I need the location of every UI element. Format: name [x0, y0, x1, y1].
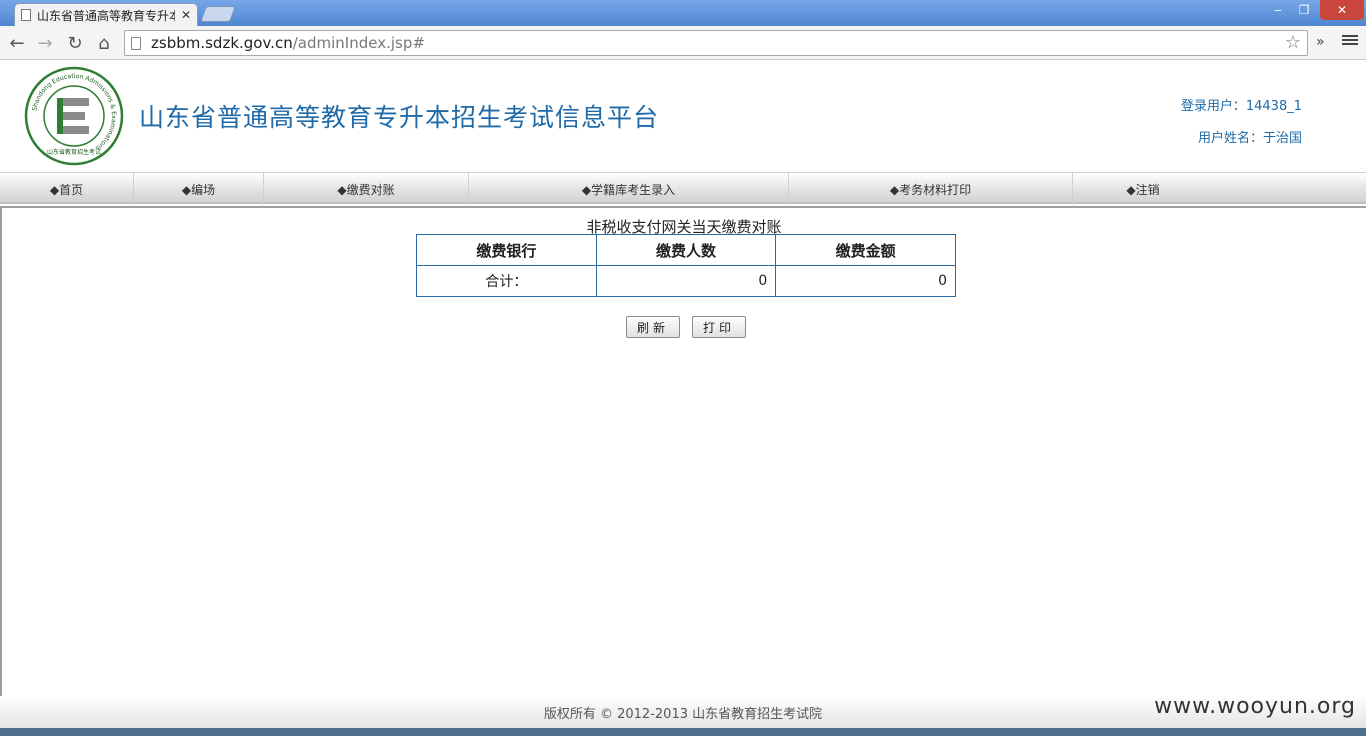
total-label: 合计： [416, 265, 597, 297]
extensions-overflow-icon[interactable]: » [1316, 34, 1325, 50]
page-icon [21, 9, 31, 21]
browser-titlebar: 山东省普通高等教育专升本 ✕ ‒ ❐ ✕ [0, 0, 1366, 26]
reload-icon[interactable]: ↻ [63, 31, 87, 55]
address-bar[interactable]: zsbbm.sdzk.gov.cn/adminIndex.jsp# ☆ [124, 30, 1308, 56]
site-title: 山东省普通高等教育专升本招生考试信息平台 [139, 103, 660, 132]
bookmark-star-icon[interactable]: ☆ [1285, 32, 1301, 53]
main-nav: ◆首页 ◆编场 ◆缴费对账 ◆学籍库考生录入 ◆考务材料打印 ◆注销 [0, 172, 1366, 205]
home-icon[interactable]: ⌂ [92, 31, 116, 55]
window-close-button[interactable]: ✕ [1320, 0, 1364, 20]
nav-item-student-entry[interactable]: ◆学籍库考生录入 [469, 173, 789, 205]
refresh-button[interactable]: 刷新 [626, 316, 680, 338]
payment-table: 缴费银行 缴费人数 缴费金额 合计： 0 0 [416, 234, 956, 297]
page-icon [131, 36, 141, 50]
browser-tab[interactable]: 山东省普通高等教育专升本 ✕ [14, 3, 198, 26]
column-header-bank: 缴费银行 [416, 234, 597, 266]
maximize-button[interactable]: ❐ [1292, 0, 1316, 20]
logo-bottom-text: 山东省教育招生考试 [47, 148, 101, 156]
tab-title: 山东省普通高等教育专升本 [37, 8, 175, 23]
new-tab-button[interactable] [200, 6, 236, 22]
back-arrow-icon[interactable]: ← [5, 31, 29, 55]
total-amount: 0 [775, 265, 956, 297]
nav-item-logout[interactable]: ◆注销 [1073, 173, 1213, 205]
tab-close-icon[interactable]: ✕ [181, 8, 191, 22]
user-info: 登录用户：14438_1 用户姓名：于治国 [1181, 91, 1302, 155]
print-button[interactable]: 打印 [692, 316, 746, 338]
nav-item-exam-print[interactable]: ◆考务材料打印 [789, 173, 1073, 205]
table-header-row: 缴费银行 缴费人数 缴费金额 [416, 234, 956, 266]
browser-toolbar: ← → ↻ ⌂ zsbbm.sdzk.gov.cn/adminIndex.jsp… [0, 26, 1366, 60]
url-path: /adminIndex.jsp# [292, 34, 425, 52]
user-name: 用户姓名：于治国 [1197, 131, 1302, 146]
url-host: zsbbm.sdzk.gov.cn [151, 34, 293, 52]
copyright-text: 版权所有 © 2012-2013 山东省教育招生考试院 [543, 706, 823, 722]
browser-menu-icon[interactable] [1342, 33, 1358, 49]
column-header-amount: 缴费金额 [775, 234, 956, 266]
minimize-button[interactable]: ‒ [1266, 0, 1290, 20]
nav-item-arrange-room[interactable]: ◆编场 [134, 173, 264, 205]
content-frame: 非税收支付网关当天缴费对账 缴费银行 缴费人数 缴费金额 合计： 0 0 刷新 … [0, 206, 1366, 696]
table-row: 合计： 0 0 [416, 265, 956, 297]
login-user: 登录用户：14438_1 [1180, 99, 1302, 114]
nav-item-payment-reconcile[interactable]: ◆缴费对账 [264, 173, 469, 205]
total-count: 0 [595, 265, 777, 297]
site-logo: Shandong Education Admissions & Examinat… [24, 66, 124, 166]
action-buttons: 刷新 打印 [626, 316, 746, 338]
forward-arrow-icon[interactable]: → [33, 31, 57, 55]
os-taskbar [0, 728, 1366, 736]
site-header: Shandong Education Admissions & Examinat… [0, 61, 1366, 171]
watermark-text: www.wooyun.org [1154, 694, 1356, 719]
nav-item-home[interactable]: ◆首页 [0, 173, 134, 205]
column-header-count: 缴费人数 [595, 234, 777, 266]
